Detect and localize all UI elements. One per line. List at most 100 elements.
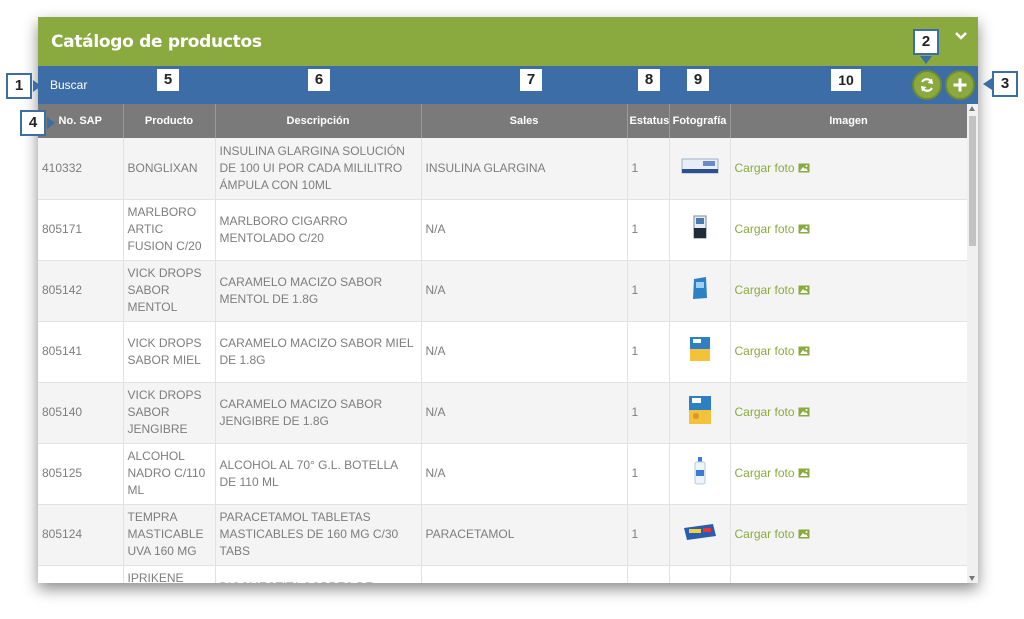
table-row[interactable]: 805140 VICK DROPS SABOR JENGIBRE CARAMELO … <box>38 382 967 444</box>
table-row[interactable]: 805120IPRIKENE FRESA 3GR C/10DIOSMECTITA… <box>38 565 967 583</box>
chevron-down-icon[interactable] <box>952 27 970 45</box>
cell-image: Cargar foto <box>730 321 967 383</box>
refresh-icon <box>920 78 934 92</box>
scroll-down-icon[interactable] <box>969 576 975 581</box>
product-thumbnail[interactable] <box>674 276 726 305</box>
plus-icon <box>953 78 967 92</box>
upload-photo-label: Cargar foto <box>734 283 795 297</box>
cell-sap: 805125 <box>38 443 124 505</box>
cell-status: 1 <box>627 260 670 322</box>
cell-photo <box>669 382 731 444</box>
cell-photo <box>669 321 731 383</box>
arrow-down-icon <box>692 94 704 102</box>
image-icon <box>798 407 810 417</box>
upload-photo-label: Cargar foto <box>734 527 795 541</box>
cell-image: Cargar foto <box>730 382 967 444</box>
page-title: Catálogo de productos <box>51 32 262 52</box>
upload-photo-link[interactable]: Cargar foto <box>735 283 810 297</box>
cell-description: INSULINA GLARGINA SOLUCIÓN DE 100 UI POR… <box>215 138 422 200</box>
product-thumbnail[interactable] <box>674 215 726 244</box>
arrow-down-icon <box>313 94 325 102</box>
cell-status: 1 <box>627 321 670 383</box>
cell-status: 1 <box>627 565 670 583</box>
cell-salts: INSULINA GLARGINA <box>421 138 628 200</box>
cell-description: CARAMELO MACIZO SABOR JENGIBRE DE 1.8G <box>215 382 422 444</box>
column-header-product[interactable]: Producto <box>123 104 216 138</box>
callout-8: 8 <box>636 67 662 93</box>
upload-photo-link[interactable]: Cargar foto <box>735 222 810 236</box>
product-table-container: No. SAP Producto Descripción Sales Estat… <box>38 104 967 583</box>
cell-salts: DIOSMECTITA <box>421 565 628 583</box>
arrow-down-icon <box>840 94 852 102</box>
table-header-row: No. SAP Producto Descripción Sales Estat… <box>38 104 967 138</box>
cell-image: Cargar foto <box>730 260 967 322</box>
arrow-down-icon <box>525 94 537 102</box>
cell-product: IPRIKENE FRESA 3GR C/10 <box>123 565 216 583</box>
cell-status: 1 <box>627 443 670 505</box>
cell-salts: N/A <box>421 382 628 444</box>
table-row[interactable]: 805141 VICK DROPS SABOR MIEL CARAMELO MACI… <box>38 321 967 383</box>
column-header-salts[interactable]: Sales <box>421 104 628 138</box>
upload-photo-link[interactable]: Cargar foto <box>735 405 810 419</box>
upload-photo-link[interactable]: Cargar foto <box>735 527 810 541</box>
image-icon <box>798 285 810 295</box>
column-header-status[interactable]: Estatus <box>627 104 670 138</box>
cell-status: 1 <box>627 382 670 444</box>
upload-photo-link[interactable]: Cargar foto <box>735 344 810 358</box>
table-row[interactable]: 805171 MARLBORO ARTIC FUSION C/20 MARLBORO… <box>38 199 967 261</box>
image-icon <box>798 529 810 539</box>
arrow-down-icon <box>920 56 932 64</box>
table-row[interactable]: 805142 VICK DROPS SABOR MENTOL CARAMELO MA… <box>38 260 967 322</box>
refresh-button[interactable] <box>912 70 942 100</box>
upload-photo-label: Cargar foto <box>734 222 795 236</box>
image-icon <box>798 346 810 356</box>
cell-sap: 805140 <box>38 382 124 444</box>
cell-image: Cargar foto <box>730 443 967 505</box>
cell-product: BONGLIXAN <box>123 138 216 200</box>
cell-product: VICK DROPS SABOR MIEL <box>123 321 216 383</box>
cell-sap: 805171 <box>38 199 124 261</box>
cell-description: MARLBORO CIGARRO MENTOLADO C/20 <box>215 199 422 261</box>
upload-photo-link[interactable]: Cargar foto <box>735 161 810 175</box>
upload-photo-label: Cargar foto <box>734 344 795 358</box>
table-row[interactable]: 805124 TEMPRA MASTICABLE UVA 160 MG PARACE… <box>38 504 967 566</box>
cell-description: DIOSMECTITA SOBRES DE POLVO DE <box>215 565 422 583</box>
cell-sap: 805141 <box>38 321 124 383</box>
arrow-down-icon <box>162 94 174 102</box>
image-icon <box>798 163 810 173</box>
callout-7: 7 <box>518 67 544 93</box>
cell-photo <box>669 199 731 261</box>
product-thumbnail[interactable] <box>674 456 726 491</box>
product-thumbnail[interactable] <box>674 582 726 583</box>
add-product-button[interactable] <box>945 70 975 100</box>
upload-photo-link[interactable]: Cargar foto <box>735 466 810 480</box>
cell-salts: N/A <box>421 260 628 322</box>
product-table: No. SAP Producto Descripción Sales Estat… <box>38 104 967 583</box>
search-input[interactable]: Buscar <box>50 78 87 92</box>
cell-image: Cargar foto <box>730 565 967 583</box>
cell-photo <box>669 504 731 566</box>
table-row[interactable]: 805125 ALCOHOL NADRO C/110 ML ALCOHOL AL 7… <box>38 443 967 505</box>
cell-photo <box>669 443 731 505</box>
scroll-up-icon[interactable] <box>969 106 975 111</box>
cell-description: PARACETAMOL TABLETAS MASTICABLES DE 160 … <box>215 504 422 566</box>
cell-salts: PARACETAMOL <box>421 504 628 566</box>
callout-6: 6 <box>306 67 332 93</box>
upload-photo-label: Cargar foto <box>734 160 795 175</box>
cell-photo <box>669 138 731 200</box>
scroll-thumb[interactable] <box>969 116 976 246</box>
cell-description: CARAMELO MACIZO SABOR MIEL DE 1.8G <box>215 321 422 383</box>
column-header-description[interactable]: Descripción <box>215 104 422 138</box>
column-header-photo[interactable]: Fotografía <box>669 104 731 138</box>
product-thumbnail[interactable] <box>674 335 726 368</box>
callout-10: 10 <box>829 67 863 93</box>
product-thumbnail[interactable] <box>674 522 726 547</box>
cell-salts: N/A <box>421 199 628 261</box>
cell-image: Cargar foto <box>730 199 967 261</box>
cell-description: CARAMELO MACIZO SABOR MENTOL DE 1.8G <box>215 260 422 322</box>
column-header-image[interactable]: Imagen <box>730 104 967 138</box>
table-row[interactable]: 410332 BONGLIXAN INSULINA GLARGINA SOLUCIÓ… <box>38 138 967 200</box>
product-thumbnail[interactable] <box>674 155 726 182</box>
vertical-scrollbar[interactable] <box>967 104 978 583</box>
product-thumbnail[interactable] <box>674 394 726 431</box>
